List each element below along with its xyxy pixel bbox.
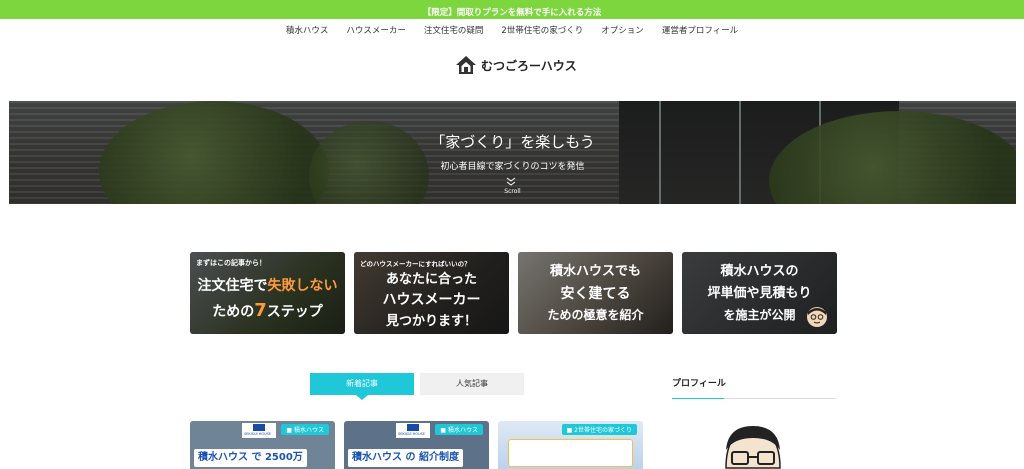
card-highlight: ハウスメーカー [382, 292, 481, 308]
site-logo[interactable]: むつごろーハウス [455, 55, 577, 75]
card-highlight: 坪単価や見積もり [707, 286, 812, 301]
post-category-badge[interactable]: ■ 2世帯住宅の家づくり [561, 424, 637, 435]
card-kicker: まずはこの記事から！ [196, 259, 266, 267]
sekisui-house-logo: SEKISUI HOUSE [242, 423, 276, 438]
post-card[interactable]: SEKISUI HOUSE ■ 積水ハウス 積水ハウス で 2500万 [190, 421, 335, 469]
card-line: ステップ [266, 304, 323, 320]
nav-item-housemaker[interactable]: ハウスメーカー [346, 21, 406, 41]
card-line: ための [212, 304, 255, 320]
post-thumbnail-text-block [508, 439, 633, 467]
post-card[interactable]: ■ 2世帯住宅の家づくり [498, 421, 643, 469]
post-category-badge[interactable]: ■ 積水ハウス [281, 424, 329, 435]
nav-item-sekisui[interactable]: 積水ハウス [286, 21, 329, 41]
category-label: 積水ハウス [447, 427, 478, 434]
author-avatar-icon [712, 420, 794, 469]
card-line: 見つかります！ [385, 314, 477, 329]
hero-banner: 「家づくり」を楽しもう 初心者目線で家づくりのコツを発信 Scroll [9, 101, 1016, 204]
hero-title: 「家づくり」を楽しもう [430, 133, 595, 151]
nav-item-two-family-home[interactable]: 2世帯住宅の家づくり [501, 21, 583, 41]
card-highlight: 失敗しない [267, 278, 338, 294]
post-headline: 積水ハウス で 2500万 [194, 449, 307, 467]
post-list: SEKISUI HOUSE ■ 積水ハウス 積水ハウス で 2500万 SEKI… [190, 421, 643, 469]
category-label: 2世帯住宅の家づくり [574, 427, 632, 434]
card-line: 積水ハウスでも [549, 264, 641, 279]
card-line: あなたに合った [385, 272, 477, 287]
post-card[interactable]: SEKISUI HOUSE ■ 積水ハウス 積水ハウス の 紹介制度 [344, 421, 489, 469]
profile-widget-title: プロフィール [672, 376, 836, 399]
house-icon [456, 56, 476, 74]
global-nav: 積水ハウス ハウスメーカー 注文住宅の疑問 2世帯住宅の家づくり オプション 運… [0, 21, 1024, 41]
avatar-icon [807, 307, 827, 327]
featured-card-7-steps[interactable]: まずはこの記事から！ 注文住宅で失敗しない ための7ステップ [190, 252, 345, 334]
announcement-bar[interactable]: 【限定】間取りプランを無料で手に入れる方法 [0, 0, 1024, 19]
chevron-down-icon[interactable] [506, 177, 516, 186]
nav-item-profile[interactable]: 運営者プロフィール [662, 21, 738, 41]
post-headline: 積水ハウス の 紹介制度 [348, 449, 463, 467]
category-label: 積水ハウス [293, 427, 324, 434]
featured-card-price-per-tsubo[interactable]: 積水ハウスの 坪単価や見積もり を施主が公開 [682, 252, 837, 334]
sekisui-house-logo: SEKISUI HOUSE [396, 423, 430, 438]
scroll-label[interactable]: Scroll [9, 188, 1016, 195]
card-line: ための極意を紹介 [547, 308, 644, 322]
card-kicker: どのハウスメーカーにすればいいの？ [360, 260, 471, 268]
profile-avatar [712, 420, 794, 469]
tab-new-articles[interactable]: 新着記事 [310, 373, 414, 400]
card-line: 注文住宅で [197, 278, 268, 294]
card-highlight: 7 [254, 300, 267, 321]
featured-card-build-cheap[interactable]: 積水ハウスでも 安く建てる ための極意を紹介 [518, 252, 673, 334]
post-category-badge[interactable]: ■ 積水ハウス [435, 424, 483, 435]
nav-item-custom-home-faq[interactable]: 注文住宅の疑問 [424, 21, 484, 41]
card-highlight: 安く建てる [560, 286, 631, 302]
hero-subtitle: 初心者目線で家づくりのコツを発信 [440, 162, 585, 172]
card-line: 積水ハウスの [720, 264, 799, 279]
logo-text: むつごろーハウス [481, 58, 577, 73]
article-tabs: 新着記事 人気記事 [310, 373, 524, 400]
featured-cards: まずはこの記事から！ 注文住宅で失敗しない ための7ステップ どのハウスメーカー… [190, 252, 837, 334]
featured-card-housemaker[interactable]: どのハウスメーカーにすればいいの？ あなたに合った ハウスメーカー 見つかります… [354, 252, 509, 334]
nav-item-options[interactable]: オプション [601, 21, 644, 41]
tab-popular-articles[interactable]: 人気記事 [420, 373, 524, 395]
